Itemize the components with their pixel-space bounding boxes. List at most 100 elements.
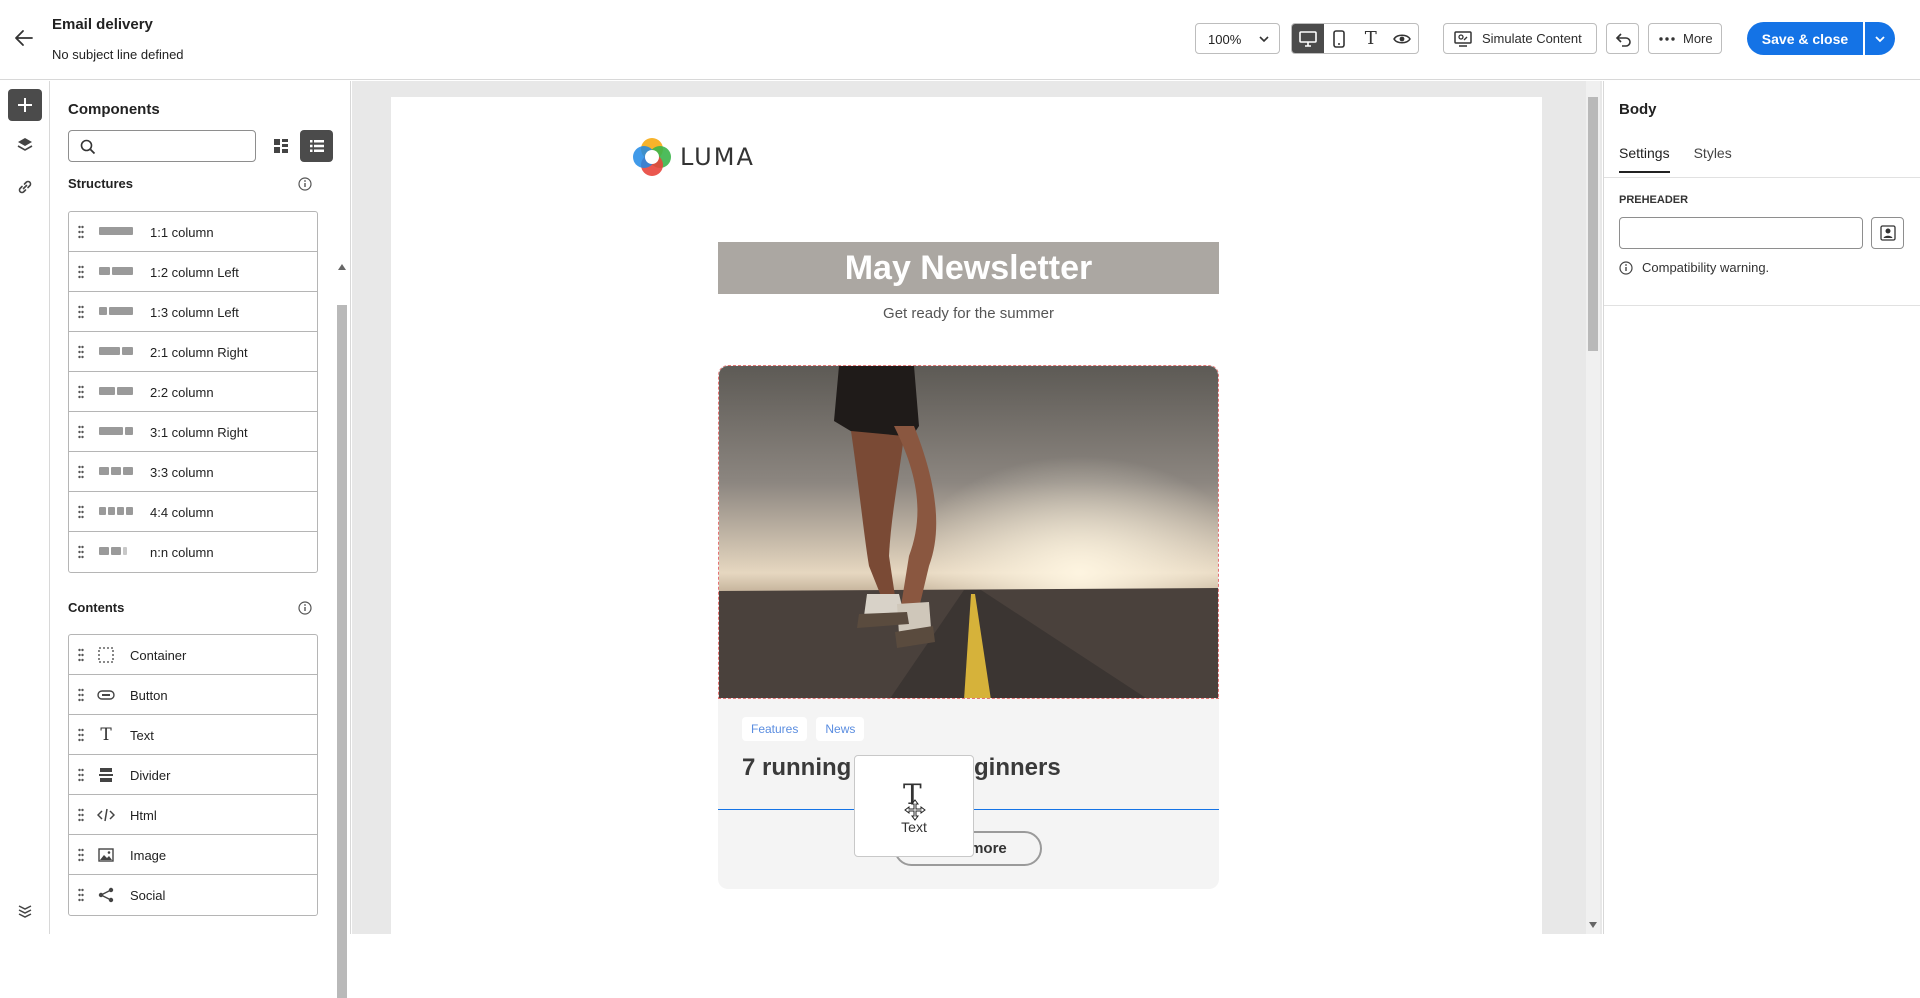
structure-label: 3:1 column Right <box>150 425 248 440</box>
divider-icon <box>97 766 115 784</box>
more-button[interactable]: More <box>1648 23 1722 54</box>
scroll-up-icon <box>338 264 346 270</box>
warning-text: Compatibility warning. <box>1642 260 1770 275</box>
structure-item[interactable]: 4:4 column <box>69 492 317 532</box>
structure-item[interactable]: n:n column <box>69 532 317 572</box>
structure-item[interactable]: 1:3 column Left <box>69 292 317 332</box>
tab-settings[interactable]: Settings <box>1619 145 1670 173</box>
drag-handle-icon <box>78 808 84 822</box>
zoom-value: 100% <box>1208 32 1242 47</box>
desktop-view-button[interactable] <box>1292 24 1324 53</box>
more-label: More <box>1683 31 1713 46</box>
drag-handle-icon <box>78 305 84 319</box>
search-input[interactable] <box>103 135 251 157</box>
components-scrollbar[interactable] <box>336 177 348 998</box>
structure-label: 2:2 column <box>150 385 214 400</box>
structure-item[interactable]: 3:1 column Right <box>69 412 317 452</box>
chevron-down-icon <box>1258 33 1270 48</box>
save-options-button[interactable] <box>1865 22 1895 55</box>
list-view-button[interactable] <box>300 130 333 162</box>
layout-1-1-icon <box>99 227 133 235</box>
content-item-container[interactable]: Container <box>69 635 317 675</box>
content-item-image[interactable]: Image <box>69 835 317 875</box>
simulate-label: Simulate Content <box>1482 31 1582 46</box>
content-label: Container <box>130 648 187 663</box>
content-item-text[interactable]: T Text <box>69 715 317 755</box>
content-label: Html <box>130 808 157 823</box>
drag-handle-icon <box>78 688 84 702</box>
undo-icon <box>1615 32 1631 47</box>
drag-handle-icon <box>78 545 84 559</box>
content-item-html[interactable]: Html <box>69 795 317 835</box>
section-divider <box>1604 305 1920 306</box>
fragments-button[interactable] <box>8 893 42 925</box>
preheader-label: PREHEADER <box>1619 194 1689 206</box>
personalization-button[interactable] <box>1871 217 1904 249</box>
simulate-content-button[interactable]: Simulate Content <box>1443 23 1597 54</box>
share-icon <box>97 886 115 904</box>
tab-styles[interactable]: Styles <box>1694 145 1732 173</box>
search-icon <box>80 139 96 160</box>
stack-icon <box>18 905 32 918</box>
hero-image[interactable] <box>718 365 1219 699</box>
info-icon[interactable] <box>298 601 312 615</box>
newsletter-banner[interactable]: May Newsletter <box>718 242 1219 294</box>
layout-4-4-icon <box>99 507 133 515</box>
preheader-input[interactable] <box>1619 217 1863 249</box>
components-search[interactable] <box>68 130 256 162</box>
content-label: Button <box>130 688 168 703</box>
structure-item[interactable]: 2:1 column Right <box>69 332 317 372</box>
text-icon: T <box>1364 28 1377 49</box>
link-icon <box>18 180 32 194</box>
structure-item[interactable]: 3:3 column <box>69 452 317 492</box>
drag-handle-icon <box>78 848 84 862</box>
luma-logo[interactable]: LUMA <box>632 137 755 177</box>
info-icon[interactable] <box>298 177 312 191</box>
scrollbar-thumb[interactable] <box>1588 97 1598 351</box>
structure-item[interactable]: 1:2 column Left <box>69 252 317 292</box>
eye-icon <box>1393 34 1412 43</box>
add-components-button[interactable] <box>8 89 42 121</box>
scrollbar-thumb[interactable] <box>337 305 347 998</box>
subject-line-status: No subject line defined <box>52 47 184 62</box>
layout-2-1-right-icon <box>99 347 133 355</box>
structure-item[interactable]: 1:1 column <box>69 212 317 252</box>
luma-wordmark: LUMA <box>680 143 755 171</box>
desktop-icon <box>1298 30 1317 47</box>
content-item-button[interactable]: Button <box>69 675 317 715</box>
back-arrow-icon[interactable] <box>12 26 38 52</box>
content-item-social[interactable]: Social <box>69 875 317 915</box>
scroll-down-icon <box>1589 922 1597 928</box>
content-item-divider[interactable]: Divider <box>69 755 317 795</box>
layout-1-3-left-icon <box>99 307 133 315</box>
content-label: Divider <box>130 768 171 783</box>
container-icon <box>97 646 115 664</box>
grid-view-button[interactable] <box>265 130 297 162</box>
structures-heading: Structures <box>68 176 134 191</box>
zoom-select[interactable]: 100% <box>1195 23 1280 54</box>
tag-features[interactable]: Features <box>742 717 808 741</box>
simulate-icon <box>1454 30 1472 47</box>
compatibility-warning: Compatibility warning. <box>1619 260 1769 275</box>
grid-icon <box>274 139 288 153</box>
undo-button[interactable] <box>1606 23 1639 54</box>
links-button[interactable] <box>8 171 42 203</box>
newsletter-subtitle[interactable]: Get ready for the summer <box>718 305 1219 322</box>
layers-icon <box>17 138 33 151</box>
preview-button[interactable] <box>1387 24 1419 53</box>
text-view-button[interactable]: T <box>1355 24 1387 53</box>
mobile-view-button[interactable] <box>1324 24 1356 53</box>
tag-news[interactable]: News <box>816 717 865 741</box>
top-header: Email delivery No subject line defined 1… <box>0 0 1920 80</box>
drag-handle-icon <box>78 385 84 399</box>
info-icon <box>1619 260 1633 275</box>
drag-handle-icon <box>78 225 84 239</box>
drag-handle-icon <box>78 265 84 279</box>
structure-item[interactable]: 2:2 column <box>69 372 317 412</box>
layers-button[interactable] <box>8 129 42 161</box>
mobile-icon <box>1333 29 1346 48</box>
structure-label: 1:1 column <box>150 225 214 240</box>
list-icon <box>309 140 324 152</box>
canvas-scrollbar[interactable] <box>1586 81 1600 934</box>
save-close-button[interactable]: Save & close <box>1747 22 1863 55</box>
